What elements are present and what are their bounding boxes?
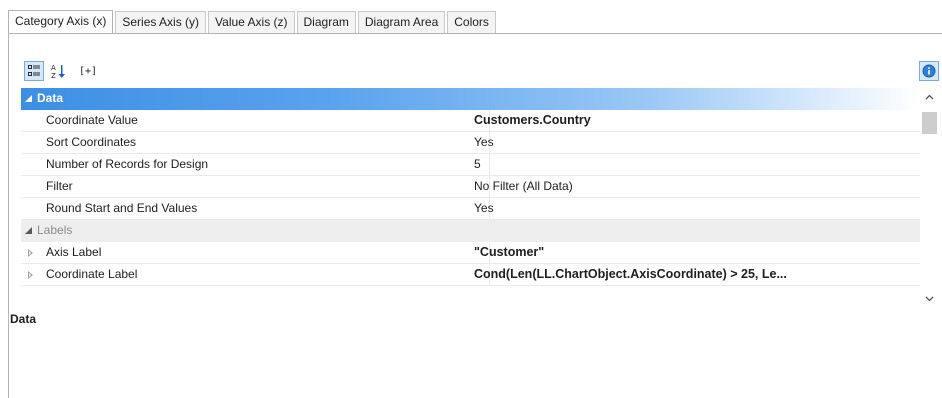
category-title: Data: [37, 91, 64, 105]
info-button[interactable]: [919, 61, 939, 81]
property-row-coordinate-label[interactable]: Coordinate Label Cond(Len(LL.ChartObject…: [21, 264, 920, 286]
categorized-view-icon: [28, 65, 40, 76]
property-value[interactable]: Yes: [474, 198, 920, 220]
sort-alphabetical-icon: A Z: [51, 64, 65, 79]
sort-alphabetical-button[interactable]: A Z: [48, 61, 68, 81]
svg-text:Z: Z: [51, 72, 56, 79]
category-labels[interactable]: Labels: [21, 220, 920, 242]
property-value[interactable]: "Customer": [474, 242, 920, 264]
collapse-triangle-icon[interactable]: [25, 95, 32, 102]
property-label: Filter: [46, 176, 490, 198]
tab-divider: [8, 33, 942, 34]
property-value[interactable]: No Filter (All Data): [474, 176, 920, 198]
category-title: Labels: [37, 223, 73, 237]
tab-bar: Category Axis (x) Series Axis (y) Value …: [8, 10, 498, 33]
property-row-coordinate-value[interactable]: Coordinate Value Customers.Country: [21, 110, 920, 132]
property-label: Sort Coordinates: [46, 132, 490, 154]
scroll-down-button[interactable]: [920, 290, 939, 308]
property-row-round-values[interactable]: Round Start and End Values Yes: [21, 198, 920, 220]
categorized-view-button[interactable]: [24, 61, 44, 81]
property-label: Coordinate Label: [46, 264, 490, 286]
chevron-up-icon: [925, 94, 934, 100]
tab-series-axis[interactable]: Series Axis (y): [115, 11, 207, 33]
property-label: Round Start and End Values: [46, 198, 490, 220]
property-label: Number of Records for Design: [46, 154, 490, 176]
tab-value-axis[interactable]: Value Axis (z): [208, 11, 295, 33]
svg-text:A: A: [51, 64, 56, 72]
tab-category-axis[interactable]: Category Axis (x): [8, 10, 114, 33]
expand-arrow-icon-inner: [29, 251, 31, 255]
scroll-thumb[interactable]: [922, 112, 937, 134]
info-icon: [922, 64, 936, 78]
tab-diagram[interactable]: Diagram: [296, 11, 356, 33]
property-row-filter[interactable]: Filter No Filter (All Data): [21, 176, 920, 198]
chevron-down-icon: [925, 296, 934, 302]
tab-colors[interactable]: Colors: [447, 11, 496, 33]
property-value[interactable]: 5: [474, 154, 920, 176]
expand-all-button[interactable]: [+]: [73, 61, 103, 81]
property-label: Axis Label: [46, 242, 490, 264]
property-label: Coordinate Value: [46, 110, 490, 132]
panel-frame: [8, 33, 9, 398]
tab-diagram-area[interactable]: Diagram Area: [357, 11, 446, 33]
property-toolbar: A Z [+]: [21, 58, 942, 88]
category-data[interactable]: Data: [21, 88, 920, 110]
expand-arrow-icon-inner: [29, 273, 31, 277]
property-row-axis-label[interactable]: Axis Label "Customer": [21, 242, 920, 264]
property-value[interactable]: Customers.Country: [474, 110, 920, 132]
property-value[interactable]: Cond(Len(LL.ChartObject.AxisCoordinate) …: [474, 264, 920, 286]
vertical-scrollbar[interactable]: [920, 88, 939, 308]
description-title: Data: [10, 312, 37, 326]
property-row-sort-coordinates[interactable]: Sort Coordinates Yes: [21, 132, 920, 154]
property-grid: Data Coordinate Value Customers.Country …: [21, 88, 920, 308]
scroll-up-button[interactable]: [920, 88, 939, 106]
property-row-records-for-design[interactable]: Number of Records for Design 5: [21, 154, 920, 176]
property-value[interactable]: Yes: [474, 132, 920, 154]
collapse-triangle-icon[interactable]: [25, 227, 32, 234]
